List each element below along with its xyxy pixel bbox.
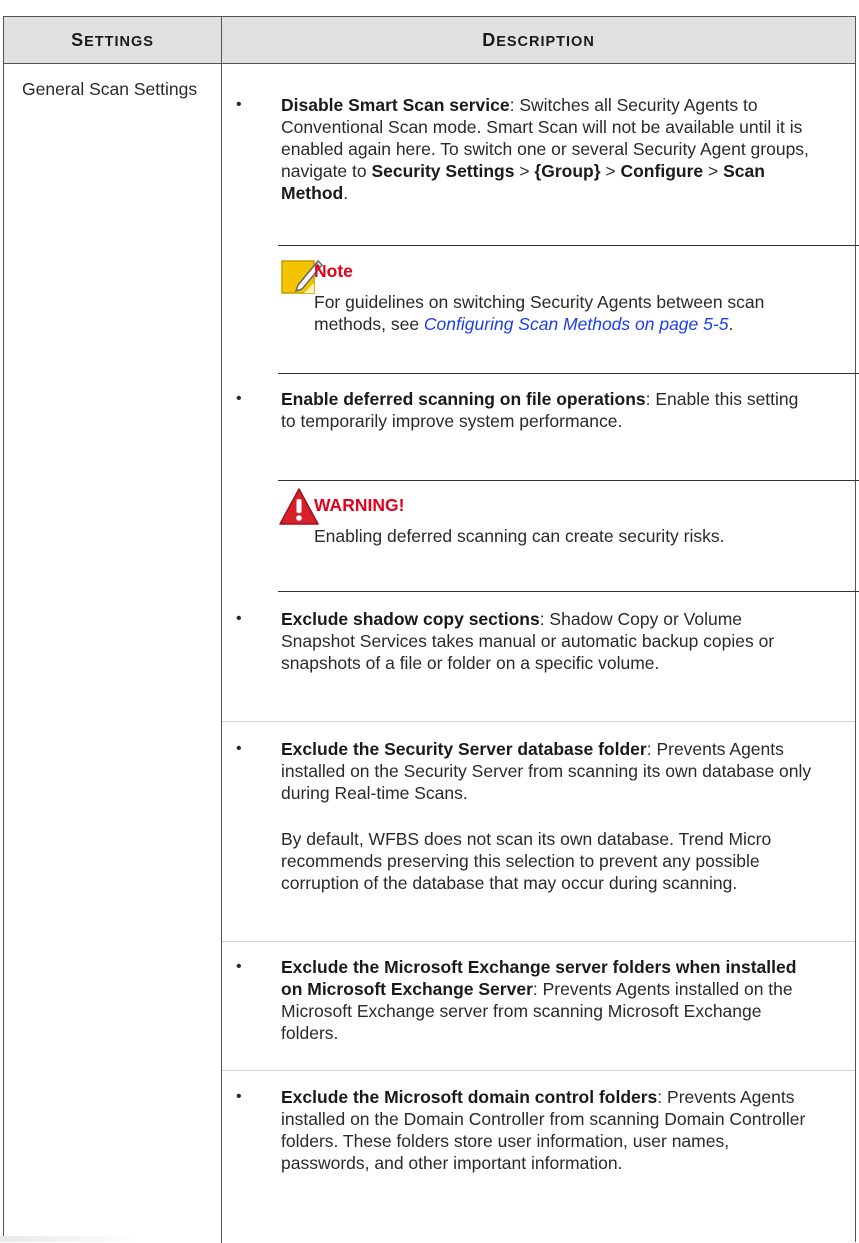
item-title: Exclude the Security Server database fol… [281, 739, 647, 759]
list-item-exchange-folders: Exclude the Microsoft Exchange server fo… [281, 957, 797, 1043]
item-title: Exclude shadow copy sections [281, 609, 540, 629]
warning-text: Enabling deferred scanning can create se… [314, 526, 725, 546]
bullet: • [236, 1088, 242, 1105]
settings-table: SETTINGS DESCRIPTION General Scan Settin… [3, 16, 859, 1243]
configuring-scan-methods-link[interactable]: Configuring Scan Methods on page 5-5 [424, 314, 729, 334]
item-title: Disable Smart Scan service [281, 95, 510, 115]
list-item-shadow-copy: Exclude shadow copy sections: Shadow Cop… [281, 609, 775, 673]
page-edge-shadow [0, 1236, 140, 1242]
setting-name: General Scan Settings [22, 79, 198, 99]
description-column-header: DESCRIPTION [482, 30, 595, 50]
bullet: • [236, 958, 242, 975]
warning-title: WARNING! [314, 495, 405, 515]
table-header-row: SETTINGS DESCRIPTION [4, 17, 855, 64]
settings-column-header: SETTINGS [71, 30, 154, 50]
list-item-security-server-db: Exclude the Security Server database fol… [281, 739, 812, 803]
column-divider [221, 17, 222, 1243]
note-top-rule [278, 245, 859, 246]
note-title: Note [314, 261, 353, 281]
list-item-disable-smart-scan: Disable Smart Scan service: Switches all… [281, 95, 809, 203]
item-title: Enable deferred scanning on file operati… [281, 389, 646, 409]
list-item-security-server-db-note: By default, WFBS does not scan its own d… [281, 829, 772, 893]
warning-bottom-rule [278, 591, 859, 592]
item-divider [222, 721, 855, 722]
bullet: • [236, 610, 242, 627]
item-divider [222, 1070, 855, 1071]
list-item-deferred-scanning: Enable deferred scanning on file operati… [281, 389, 799, 431]
bullet: • [236, 390, 242, 407]
bullet: • [236, 96, 242, 113]
note-bottom-rule [278, 373, 859, 374]
note-text: For guidelines on switching Security Age… [314, 292, 765, 334]
list-item-domain-control-folders: Exclude the Microsoft domain control fol… [281, 1087, 806, 1173]
item-title: Exclude the Microsoft domain control fol… [281, 1087, 658, 1107]
item-divider [222, 941, 855, 942]
bullet: • [236, 740, 242, 757]
warning-top-rule [278, 480, 859, 481]
